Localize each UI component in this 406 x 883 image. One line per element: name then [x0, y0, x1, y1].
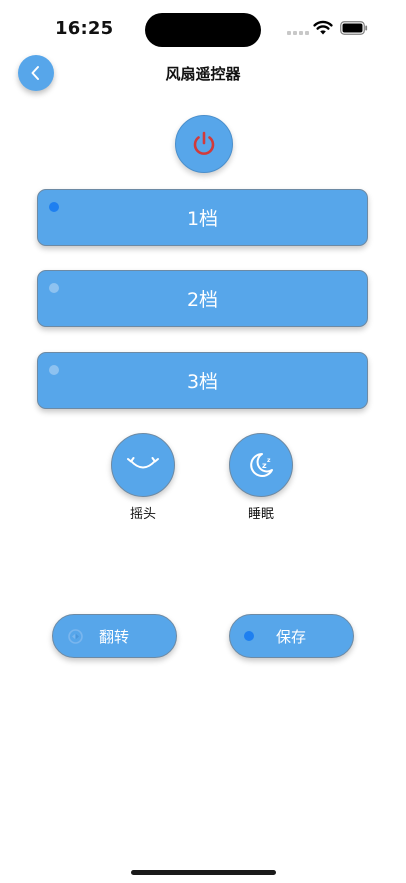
power-button[interactable]: [175, 115, 233, 173]
speed-1-button[interactable]: 1档: [37, 189, 368, 246]
svg-text:z: z: [267, 457, 271, 464]
speed-3-label: 3档: [186, 371, 219, 393]
speed-3-button[interactable]: 3档: [37, 352, 368, 409]
save-label: 保存: [276, 627, 307, 646]
swing-label: 摇头: [129, 507, 156, 522]
sleep-label: 睡眠: [247, 507, 274, 522]
page-title: 风扇遥控器: [165, 65, 241, 83]
flip-button[interactable]: 翻转: [52, 614, 177, 658]
flip-label: 翻转: [99, 627, 130, 646]
moon-sleep-icon: z z: [250, 453, 273, 477]
speed-1-label: 1档: [186, 208, 219, 230]
power-icon: [193, 131, 215, 155]
flip-icon: [68, 629, 83, 644]
cellular-signal-icon: [287, 31, 309, 35]
dynamic-island: [145, 13, 261, 47]
battery-icon: [340, 21, 368, 35]
save-indicator: [244, 631, 254, 641]
home-indicator: [131, 870, 276, 875]
status-time: 16:25: [55, 18, 114, 39]
swing-button[interactable]: [111, 433, 175, 497]
speed-2-button[interactable]: 2档: [37, 270, 368, 327]
wifi-icon: [313, 20, 333, 35]
status-bar: 16:25: [0, 0, 406, 60]
speed-2-label: 2档: [186, 289, 219, 311]
sleep-button[interactable]: z z: [229, 433, 293, 497]
save-button[interactable]: 保存: [229, 614, 354, 658]
swing-icon: [127, 457, 159, 469]
